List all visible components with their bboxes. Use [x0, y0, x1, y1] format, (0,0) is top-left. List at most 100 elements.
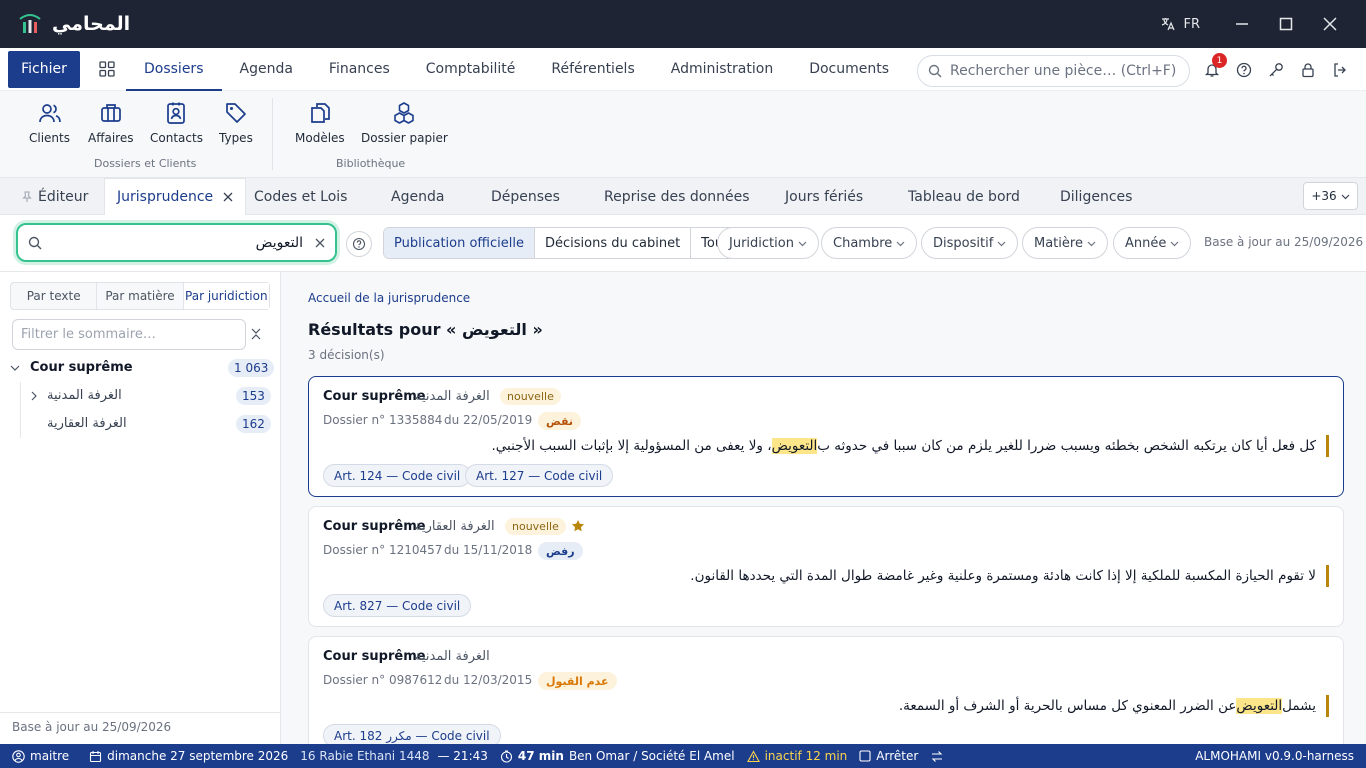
- ribbon-affaires[interactable]: Affaires: [88, 101, 133, 145]
- tree-node-chambre-fonciere[interactable]: الغرفة العقارية: [47, 416, 127, 431]
- tab-editeur[interactable]: Éditeur: [21, 178, 88, 215]
- breadcrumb[interactable]: Accueil de la jurisprudence: [308, 291, 470, 305]
- menu-referentiels[interactable]: Référentiels: [533, 48, 652, 91]
- juridiction-dropdown[interactable]: Juridiction: [717, 227, 819, 259]
- tab-agenda[interactable]: Agenda: [391, 178, 444, 215]
- chevron-right-icon: [31, 391, 37, 400]
- base-update-note: Base à jour au 25/09/2026: [1204, 235, 1364, 249]
- menu-documents[interactable]: Documents: [791, 48, 907, 91]
- lock-button[interactable]: [1292, 48, 1324, 91]
- search-help-button[interactable]: [346, 231, 372, 257]
- ribbon-dossier-papier[interactable]: Dossier papier: [361, 101, 448, 145]
- ribbon-types[interactable]: Types: [219, 101, 253, 145]
- article-chip[interactable]: Art. 127 — Code civil: [465, 464, 614, 487]
- sommaire-filter-input[interactable]: Filtrer le sommaire…: [12, 319, 246, 350]
- article-chip[interactable]: Art. 827 — Code civil: [323, 594, 472, 617]
- tree-node-chambre-civile[interactable]: الغرفة المدنية: [29, 388, 122, 403]
- close-window-button[interactable]: [1308, 0, 1352, 48]
- menu-agenda[interactable]: Agenda: [222, 48, 311, 91]
- status-user[interactable]: maitre: [12, 749, 69, 763]
- verdict-badge: عدم القبول: [538, 672, 617, 690]
- article-chip[interactable]: Art. 124 — Code civil: [323, 464, 472, 487]
- clear-search-icon[interactable]: [315, 238, 325, 248]
- dossier-number: Dossier n° 1210457: [323, 543, 443, 557]
- ribbon-dossier-papier-label: Dossier papier: [361, 131, 448, 145]
- menu-finances[interactable]: Finances: [311, 48, 408, 91]
- chambre-dropdown[interactable]: Chambre: [821, 227, 918, 259]
- ribbon-clients[interactable]: Clients: [29, 101, 70, 145]
- matiere-dropdown[interactable]: Matière: [1022, 227, 1108, 259]
- decision-excerpt: يشمل التعويض عن الضرر المعنوي كل مساس با…: [899, 695, 1329, 717]
- chambre-dropdown-label: Chambre: [833, 235, 893, 251]
- menu-administration[interactable]: Administration: [653, 48, 791, 91]
- juridiction-dropdown-label: Juridiction: [729, 235, 794, 251]
- ribbon-contacts[interactable]: Contacts: [150, 101, 203, 145]
- collapse-all-icon[interactable]: [250, 327, 262, 341]
- result-card[interactable]: Cour suprême الغرفة المدنية Dossier n° 0…: [308, 636, 1344, 744]
- tree-node-label: الغرفة العقارية: [47, 416, 127, 431]
- count-badge: 153: [236, 387, 271, 405]
- matiere-dropdown-label: Matière: [1034, 235, 1083, 251]
- fichier-button[interactable]: Fichier: [8, 50, 80, 88]
- key-icon: [1269, 62, 1283, 76]
- tree-node-cour-supreme[interactable]: Cour suprême: [10, 360, 133, 375]
- logout-button[interactable]: [1324, 48, 1356, 91]
- tab-reprise-des-donnees[interactable]: Reprise des données: [604, 178, 750, 215]
- notifications-button[interactable]: 1: [1196, 48, 1228, 91]
- logout-icon: [1334, 62, 1346, 77]
- status-date-text: dimanche 27 septembre 2026: [107, 749, 289, 763]
- tree-node-label: الغرفة المدنية: [47, 388, 122, 403]
- tab-depenses[interactable]: Dépenses: [491, 178, 560, 215]
- excerpt-highlight: التعويض: [1236, 698, 1283, 714]
- help-button[interactable]: [1228, 48, 1260, 91]
- annee-dropdown[interactable]: Année: [1113, 227, 1192, 259]
- more-tabs-count: +36: [1311, 189, 1337, 203]
- tab-diligences[interactable]: Diligences: [1060, 178, 1132, 215]
- close-tab-icon[interactable]: [223, 192, 233, 202]
- menu-comptabilite[interactable]: Comptabilité: [408, 48, 534, 91]
- article-chip[interactable]: Art. 182 مكرر — Code civil: [323, 724, 501, 744]
- chevron-down-icon: [1341, 194, 1350, 199]
- key-button[interactable]: [1260, 48, 1292, 91]
- page-title: Résultats pour « التعويض »: [308, 320, 543, 339]
- tag-icon: [226, 103, 246, 123]
- timer-icon: [500, 749, 512, 763]
- dispositif-dropdown[interactable]: Dispositif: [921, 227, 1019, 259]
- star-icon[interactable]: [571, 519, 585, 533]
- stop-timer-button[interactable]: Arrêter: [859, 749, 918, 763]
- mode-par-texte[interactable]: Par texte: [11, 283, 98, 309]
- chevron-down-icon: [1170, 241, 1179, 246]
- result-card[interactable]: Cour suprême الغرفة العقارية nouvelle Do…: [308, 506, 1344, 627]
- result-card[interactable]: Cour suprême الغرفة المدنية nouvelle Dos…: [308, 376, 1344, 497]
- apps-grid-button[interactable]: [88, 61, 126, 77]
- search-query-text: التعويض: [255, 234, 303, 251]
- language-switch[interactable]: FR: [1160, 16, 1200, 32]
- jurisprudence-search-input[interactable]: التعويض: [16, 223, 337, 262]
- tab-codes-et-lois[interactable]: Codes et Lois: [254, 178, 347, 215]
- apps-grid-icon: [99, 61, 115, 77]
- mode-par-matiere[interactable]: Par matière: [97, 283, 184, 309]
- tab-jurisprudence[interactable]: Jurisprudence: [104, 178, 247, 216]
- verdict-badge: رفض: [538, 542, 583, 560]
- pin-icon: [22, 191, 32, 202]
- stop-icon: [859, 750, 871, 762]
- ribbon-modeles[interactable]: Modèles: [295, 101, 345, 145]
- segment-publication-officielle[interactable]: Publication officielle: [384, 228, 535, 258]
- court-name: Cour suprême: [323, 389, 426, 404]
- status-timer[interactable]: 47 min Ben Omar / Société El Amel: [500, 749, 735, 763]
- switch-timer-button[interactable]: [930, 750, 944, 763]
- results-panel: Accueil de la jurisprudence Résultats po…: [281, 272, 1366, 744]
- menu-dossiers[interactable]: Dossiers: [126, 48, 222, 91]
- chevron-down-icon: [896, 241, 905, 246]
- global-search-input[interactable]: Rechercher une pièce… (Ctrl+F): [917, 55, 1190, 87]
- tab-tableau-de-bord[interactable]: Tableau de bord: [908, 178, 1020, 215]
- copy-files-icon: [310, 103, 330, 123]
- more-tabs-button[interactable]: +36: [1303, 182, 1358, 210]
- minimize-button[interactable]: [1220, 0, 1264, 48]
- maximize-button[interactable]: [1264, 0, 1308, 48]
- tab-jours-feries[interactable]: Jours fériés: [785, 178, 863, 215]
- help-icon: [352, 237, 366, 251]
- decision-excerpt: كل فعل أيا كان يرتكبه الشخص بخطئه ويسبب …: [491, 435, 1329, 457]
- segment-decisions-du-cabinet[interactable]: Décisions du cabinet: [535, 228, 692, 258]
- mode-par-juridiction[interactable]: Par juridiction: [183, 283, 269, 309]
